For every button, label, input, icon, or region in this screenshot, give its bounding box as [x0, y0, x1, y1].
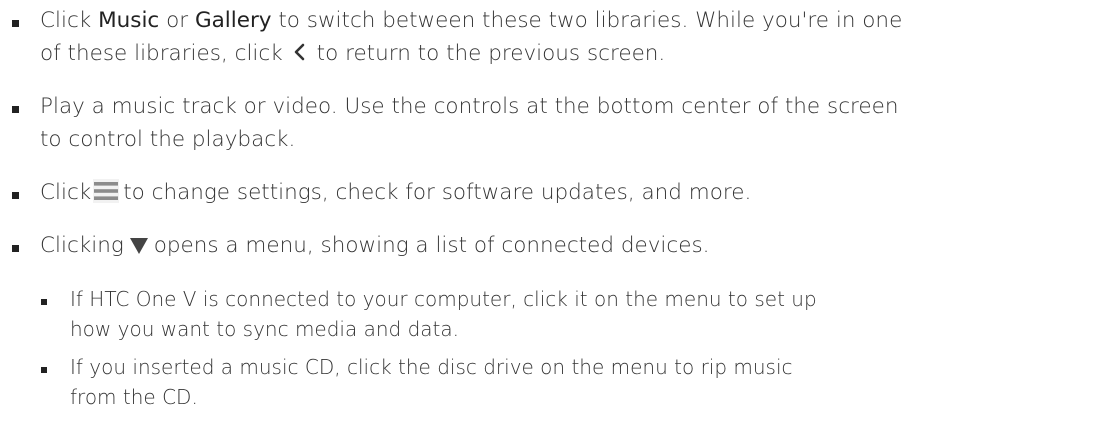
- instruction-page: Click Music or Gallery to switch between…: [0, 0, 1103, 438]
- text-line: how you want to sync media and data.: [70, 317, 459, 341]
- triangle-down-icon: [128, 233, 150, 255]
- text-line: If HTC One V is connected to your comput…: [70, 287, 817, 311]
- text-line: Clicking opens a menu, showing a list of …: [40, 229, 709, 262]
- chevron-left-icon: [289, 40, 311, 64]
- text-segment: or: [159, 8, 195, 33]
- hamburger-menu-icon: [93, 179, 120, 203]
- text-segment: Clicking: [40, 233, 124, 258]
- bullet: [41, 299, 47, 305]
- bullet: [12, 106, 19, 113]
- text-line: to control the playback.: [40, 127, 296, 152]
- bullet: [12, 192, 19, 199]
- text-segment: Click: [40, 8, 99, 33]
- gallery-keyword: Gallery: [194, 8, 272, 33]
- text-line: Click to change settings, check for softw…: [40, 176, 751, 209]
- text-line: Click Music or Gallery to switch between…: [40, 4, 902, 37]
- text-line: of these libraries, click to return to th…: [40, 37, 902, 70]
- text-line: If you inserted a music CD, click the di…: [70, 355, 793, 379]
- text-segment: to change settings, check for software u…: [123, 180, 752, 205]
- bullet: [12, 245, 19, 252]
- text-segment: of these libraries, click: [40, 41, 283, 66]
- bullet: [12, 20, 19, 27]
- text-line: from the CD.: [70, 385, 198, 409]
- text-segment: opens a menu, showing a list of connecte…: [153, 233, 710, 258]
- music-keyword: Music: [98, 8, 160, 33]
- bullet: [41, 367, 47, 373]
- text-segment: to return to the previous screen.: [316, 41, 666, 66]
- text-segment: Click: [40, 180, 92, 205]
- text-line: Play a music track or video. Use the con…: [40, 94, 899, 119]
- text-segment: to switch between these two libraries. W…: [271, 8, 903, 33]
